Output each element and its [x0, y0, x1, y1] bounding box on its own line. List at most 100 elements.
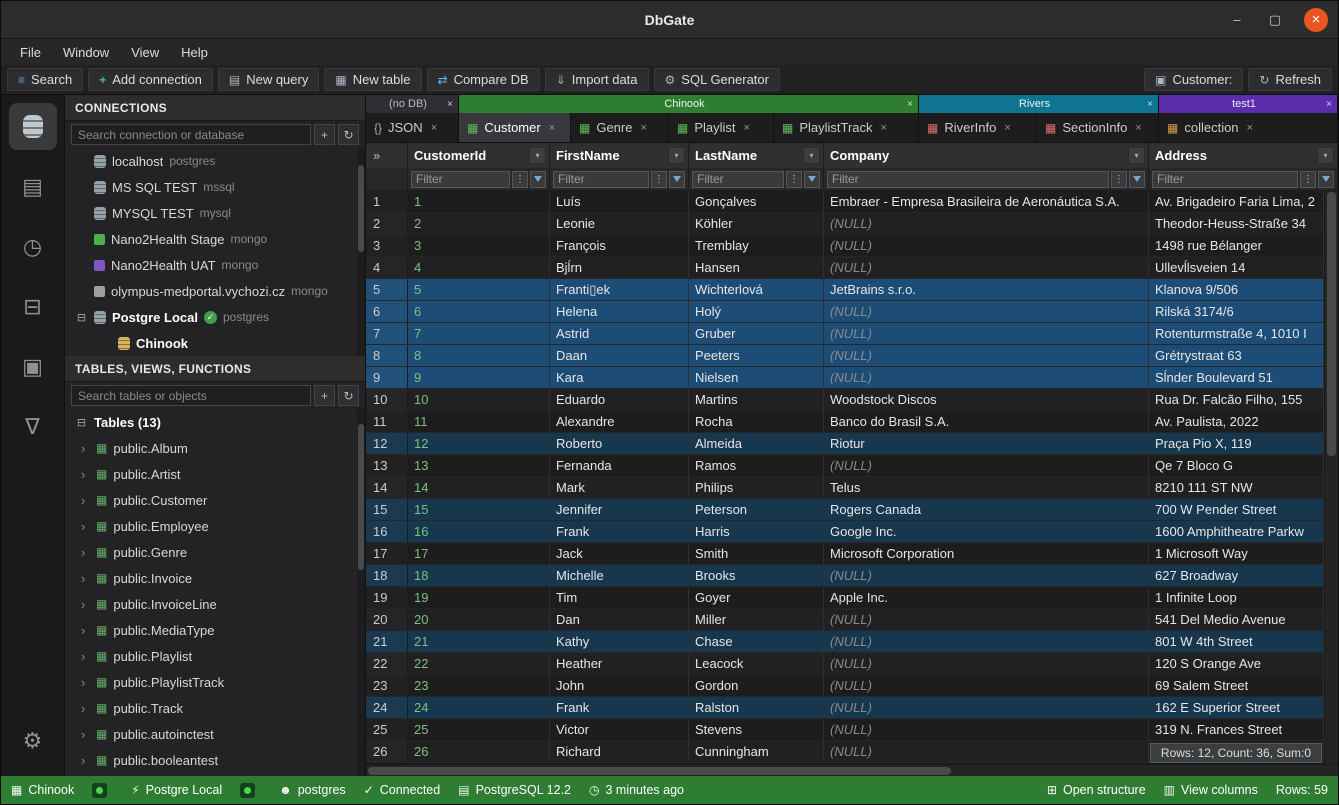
- tables-scrollbar[interactable]: [357, 409, 365, 776]
- status-item[interactable]: [92, 783, 113, 798]
- status-postgres[interactable]: ☻ postgres: [279, 783, 346, 797]
- search-button[interactable]: ≡ Search: [7, 68, 83, 91]
- connections-search-input[interactable]: [71, 124, 311, 145]
- column-header[interactable]: FirstName ▾: [550, 143, 689, 168]
- db-group-tab[interactable]: test1 ×: [1159, 95, 1338, 113]
- table-row[interactable]: 1 1LuísGonçalvesEmbraer - Empresa Brasil…: [366, 191, 1324, 213]
- file-tab[interactable]: ▦ Playlist ×: [669, 113, 774, 142]
- grid-cell[interactable]: 700 W Pender Street: [1149, 499, 1324, 520]
- grid-cell[interactable]: Michelle: [550, 565, 689, 586]
- grid-cell[interactable]: (NULL): [824, 565, 1149, 586]
- horizontal-scrollbar-thumb[interactable]: [368, 767, 951, 775]
- grid-cell[interactable]: 319 N. Frances Street: [1149, 719, 1324, 740]
- tab-close-icon[interactable]: ×: [1004, 122, 1010, 134]
- vertical-scrollbar-thumb[interactable]: [1327, 192, 1336, 456]
- grid-cell[interactable]: 1: [408, 191, 550, 212]
- grid-cell[interactable]: Eduardo: [550, 389, 689, 410]
- grid-cell[interactable]: 8210 111 ST NW: [1149, 477, 1324, 498]
- grid-cell[interactable]: 1498 rue Bélanger: [1149, 235, 1324, 256]
- grid-cell[interactable]: Harris: [689, 521, 824, 542]
- grid-cell[interactable]: (NULL): [824, 301, 1149, 322]
- close-icon[interactable]: ×: [907, 99, 913, 110]
- row-number[interactable]: 5: [366, 279, 408, 300]
- table-item[interactable]: › ▦ public.Track: [65, 695, 365, 721]
- grid-cell[interactable]: Frank: [550, 697, 689, 718]
- grid-cell[interactable]: Rilská 3174/6: [1149, 301, 1324, 322]
- grid-cell[interactable]: Cunningham: [689, 741, 824, 762]
- grid-cell[interactable]: Goyer: [689, 587, 824, 608]
- table-item[interactable]: › ▦ public.PlaylistTrack: [65, 669, 365, 695]
- collapse-icon[interactable]: ⊟: [75, 416, 88, 429]
- menu-help[interactable]: Help: [170, 42, 219, 63]
- table-row[interactable]: 14 14MarkPhilipsTelus8210 111 ST NW: [366, 477, 1324, 499]
- row-number[interactable]: 24: [366, 697, 408, 718]
- table-item[interactable]: › ▦ public.autoinctest: [65, 721, 365, 747]
- grid-cell[interactable]: Ramos: [689, 455, 824, 476]
- grid-cell[interactable]: Leacock: [689, 653, 824, 674]
- grid-cell[interactable]: 21: [408, 631, 550, 652]
- grid-cell[interactable]: 11: [408, 411, 550, 432]
- grid-cell[interactable]: Embraer - Empresa Brasileira de Aeronáut…: [824, 191, 1149, 212]
- grid-cell[interactable]: 18: [408, 565, 550, 586]
- file-tab[interactable]: ▦ collection ×: [1159, 113, 1338, 142]
- tab-close-icon[interactable]: ×: [640, 122, 646, 134]
- grid-cell[interactable]: Jennifer: [550, 499, 689, 520]
- status-open-structure[interactable]: ⊞ Open structure: [1047, 783, 1146, 797]
- tab-close-icon[interactable]: ×: [881, 122, 887, 134]
- grid-cell[interactable]: 4: [408, 257, 550, 278]
- tab-close-icon[interactable]: ×: [431, 122, 437, 134]
- connections-scrollbar[interactable]: [357, 148, 365, 356]
- import-data-button[interactable]: ⇓ Import data: [545, 68, 649, 91]
- grid-cell[interactable]: Av. Paulista, 2022: [1149, 411, 1324, 432]
- table-row[interactable]: 15 15JenniferPetersonRogers Canada700 W …: [366, 499, 1324, 521]
- filter-funnel-icon[interactable]: [1318, 171, 1334, 188]
- grid-cell[interactable]: 19: [408, 587, 550, 608]
- table-row[interactable]: 24 24FrankRalston(NULL)162 E Superior St…: [366, 697, 1324, 719]
- file-tab[interactable]: ▦ PlaylistTrack ×: [774, 113, 919, 142]
- grid-cell[interactable]: 26: [408, 741, 550, 762]
- grid-cell[interactable]: 801 W 4th Street: [1149, 631, 1324, 652]
- row-number[interactable]: 8: [366, 345, 408, 366]
- grid-cell[interactable]: (NULL): [824, 609, 1149, 630]
- status-postgresql-12-2[interactable]: ▤ PostgreSQL 12.2: [458, 783, 571, 797]
- grid-cell[interactable]: 10: [408, 389, 550, 410]
- connection-item[interactable]: Nano2Health UAT mongo: [65, 252, 365, 278]
- collapse-columns-icon[interactable]: »: [366, 143, 408, 168]
- column-header[interactable]: CustomerId ▾: [408, 143, 550, 168]
- file-tab[interactable]: ▦ Customer ×: [459, 113, 571, 142]
- grid-cell[interactable]: Microsoft Corporation: [824, 543, 1149, 564]
- grid-cell[interactable]: Leonie: [550, 213, 689, 234]
- close-icon[interactable]: ×: [1304, 8, 1328, 32]
- connection-item[interactable]: olympus-medportal.vychozi.cz mongo: [65, 278, 365, 304]
- grid-cell[interactable]: Klanova 9/506: [1149, 279, 1324, 300]
- grid-cell[interactable]: Victor: [550, 719, 689, 740]
- connection-item[interactable]: Nano2Health Stage mongo: [65, 226, 365, 252]
- grid-cell[interactable]: John: [550, 675, 689, 696]
- table-row[interactable]: 4 4BjĺrnHansen(NULL)Ullevĺlsveien 14: [366, 257, 1324, 279]
- table-row[interactable]: 22 22HeatherLeacock(NULL)120 S Orange Av…: [366, 653, 1324, 675]
- grid-cell[interactable]: (NULL): [824, 345, 1149, 366]
- table-item[interactable]: › ▦ public.Invoice: [65, 565, 365, 591]
- new-query-button[interactable]: ▤ New query: [218, 68, 319, 91]
- grid-cell[interactable]: 120 S Orange Ave: [1149, 653, 1324, 674]
- settings-icon[interactable]: ⚙: [9, 717, 57, 764]
- expander-icon[interactable]: ⊟: [75, 311, 88, 324]
- grid-cell[interactable]: 627 Broadway: [1149, 565, 1324, 586]
- row-number[interactable]: 17: [366, 543, 408, 564]
- grid-cell[interactable]: Franti▯ek: [550, 279, 689, 300]
- grid-cell[interactable]: Tremblay: [689, 235, 824, 256]
- filter-input[interactable]: [1152, 171, 1298, 188]
- db-group-tab[interactable]: (no DB) ×: [366, 95, 459, 113]
- grid-cell[interactable]: Nielsen: [689, 367, 824, 388]
- table-item[interactable]: › ▦ public.Customer: [65, 487, 365, 513]
- grid-cell[interactable]: (NULL): [824, 631, 1149, 652]
- grid-cell[interactable]: Rocha: [689, 411, 824, 432]
- grid-cell[interactable]: 15: [408, 499, 550, 520]
- grid-cell[interactable]: 1 Microsoft Way: [1149, 543, 1324, 564]
- grid-cell[interactable]: Qe 7 Bloco G: [1149, 455, 1324, 476]
- grid-cell[interactable]: Hansen: [689, 257, 824, 278]
- menu-window[interactable]: Window: [52, 42, 120, 63]
- files-icon[interactable]: ▤: [9, 163, 57, 210]
- grid-cell[interactable]: Theodor-Heuss-Straße 34: [1149, 213, 1324, 234]
- grid-cell[interactable]: 8: [408, 345, 550, 366]
